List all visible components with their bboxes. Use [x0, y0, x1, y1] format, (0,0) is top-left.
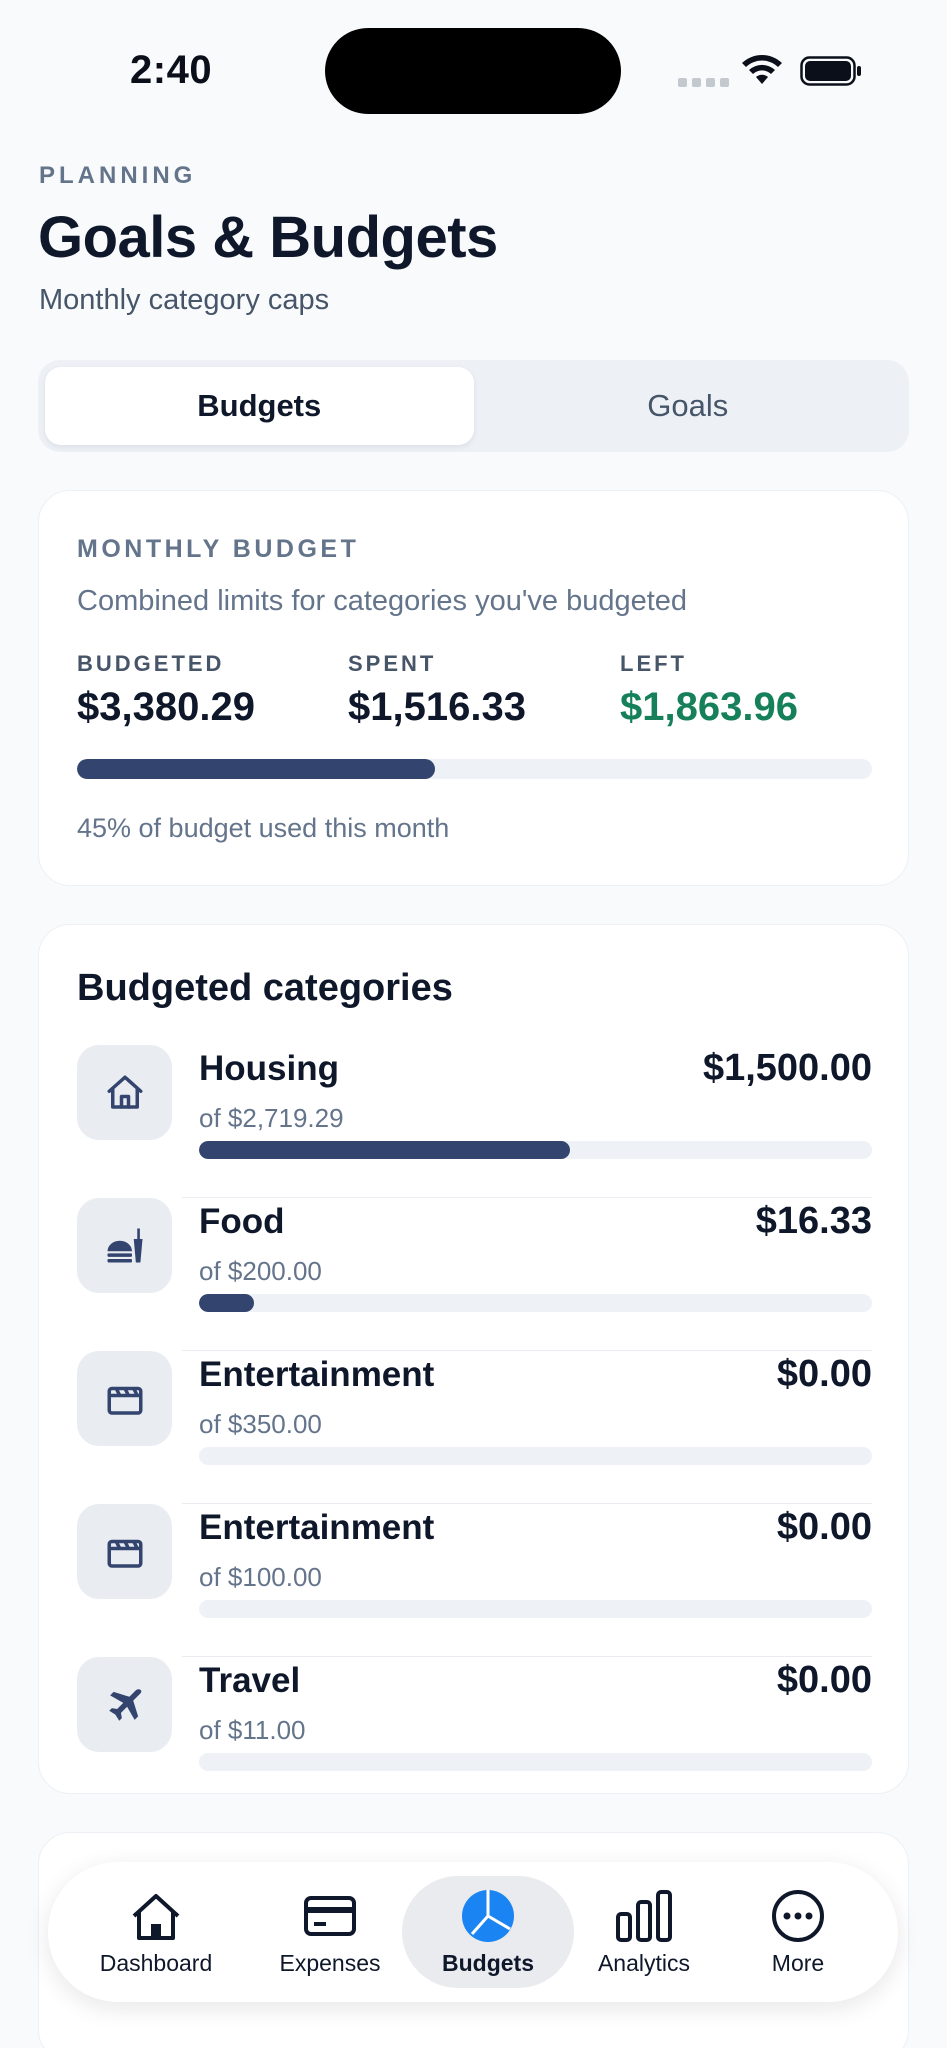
more-ellipsis-icon — [772, 1889, 824, 1942]
category-row-food[interactable]: Food of $200.00 $16.33 — [77, 1198, 872, 1351]
category-row-housing[interactable]: Housing of $2,719.29 $1,500.00 — [77, 1045, 872, 1198]
tab-label: More — [771, 1949, 825, 1976]
left-stat: LEFT $1,863.96 — [620, 651, 798, 730]
category-spent: $0.00 — [776, 1353, 872, 1395]
segment-budgets[interactable]: Budgets — [45, 367, 474, 445]
budgets-goals-segmented-control: Budgets Goals — [38, 360, 909, 452]
budget-usage-note: 45% of budget used this month — [77, 813, 450, 843]
tab-label: Budgets — [442, 1949, 534, 1976]
category-limit: of $200.00 — [199, 1256, 322, 1286]
page-title: Goals & Budgets — [38, 205, 498, 270]
credit-card-icon — [304, 1895, 356, 1936]
budgeted-categories-card: Budgeted categories Housing of $2,719.29… — [38, 924, 909, 1794]
cellular-signal-icon — [678, 78, 729, 87]
category-limit: of $100.00 — [199, 1562, 322, 1592]
tab-more[interactable]: More — [728, 1876, 868, 1988]
house-icon — [132, 1893, 180, 1940]
wifi-icon — [742, 55, 782, 84]
monthly-budget-progress-fill — [77, 759, 435, 779]
clapperboard-icon — [77, 1351, 172, 1446]
monthly-budget-progress-bar — [77, 759, 872, 779]
category-spent: $0.00 — [776, 1506, 872, 1548]
food-icon — [77, 1198, 172, 1293]
status-time: 2:40 — [130, 48, 213, 92]
monthly-budget-description: Combined limits for categories you've bu… — [77, 585, 688, 617]
section-eyebrow: PLANNING — [39, 162, 197, 189]
category-progress-bar — [199, 1141, 872, 1159]
category-progress-bar — [199, 1753, 872, 1771]
category-progress-bar — [199, 1447, 872, 1465]
category-limit: of $11.00 — [199, 1715, 306, 1745]
tab-label: Dashboard — [99, 1949, 213, 1976]
dynamic-island — [325, 28, 621, 114]
category-progress-bar — [199, 1294, 872, 1312]
left-label: LEFT — [620, 651, 687, 676]
tab-budgets[interactable]: Budgets — [402, 1876, 574, 1988]
budgeted-label: BUDGETED — [77, 651, 225, 676]
budgeted-categories-title: Budgeted categories — [77, 967, 453, 1009]
category-spent: $1,500.00 — [702, 1047, 872, 1089]
category-row-entertainment[interactable]: Entertainment of $350.00 $0.00 — [77, 1351, 872, 1504]
category-row-entertainment[interactable]: Entertainment of $100.00 $0.00 — [77, 1504, 872, 1657]
house-icon — [77, 1045, 172, 1140]
airplane-icon — [77, 1657, 172, 1752]
bottom-tab-bar: Dashboard Expenses Budgets Analytics Mor… — [48, 1862, 898, 2002]
category-limit: of $2,719.29 — [199, 1103, 344, 1133]
category-name: Housing — [199, 1049, 339, 1088]
monthly-budget-label: MONTHLY BUDGET — [77, 535, 360, 563]
tab-expenses[interactable]: Expenses — [260, 1876, 400, 1988]
bar-chart-icon — [616, 1889, 672, 1942]
tab-analytics[interactable]: Analytics — [574, 1876, 714, 1988]
category-progress-fill — [199, 1294, 255, 1312]
page-subtitle: Monthly category caps — [39, 284, 330, 316]
budgeted-value: $3,380.29 — [77, 685, 255, 729]
category-limit: of $350.00 — [199, 1409, 322, 1439]
budgeted-stat: BUDGETED $3,380.29 — [77, 651, 255, 730]
spent-label: SPENT — [348, 651, 437, 676]
segment-goals[interactable]: Goals — [474, 367, 903, 445]
status-bar: 2:40 — [0, 0, 947, 140]
tab-dashboard[interactable]: Dashboard — [86, 1876, 226, 1988]
category-progress-fill — [199, 1141, 571, 1159]
tab-label: Expenses — [279, 1949, 381, 1976]
category-spent: $16.33 — [755, 1200, 872, 1242]
spent-value: $1,516.33 — [348, 685, 526, 729]
battery-icon — [800, 56, 861, 86]
pie-chart-icon — [462, 1889, 514, 1942]
category-progress-bar — [199, 1600, 872, 1618]
category-name: Food — [199, 1202, 285, 1241]
spent-stat: SPENT $1,516.33 — [348, 651, 526, 730]
left-value: $1,863.96 — [620, 685, 798, 729]
tab-label: Analytics — [597, 1949, 691, 1976]
category-name: Travel — [199, 1661, 301, 1700]
category-spent: $0.00 — [776, 1659, 872, 1701]
monthly-budget-card: MONTHLY BUDGET Combined limits for categ… — [38, 490, 909, 886]
clapperboard-icon — [77, 1504, 172, 1599]
category-name: Entertainment — [199, 1508, 435, 1547]
category-name: Entertainment — [199, 1355, 435, 1394]
category-row-travel[interactable]: Travel of $11.00 $0.00 — [77, 1657, 872, 1810]
